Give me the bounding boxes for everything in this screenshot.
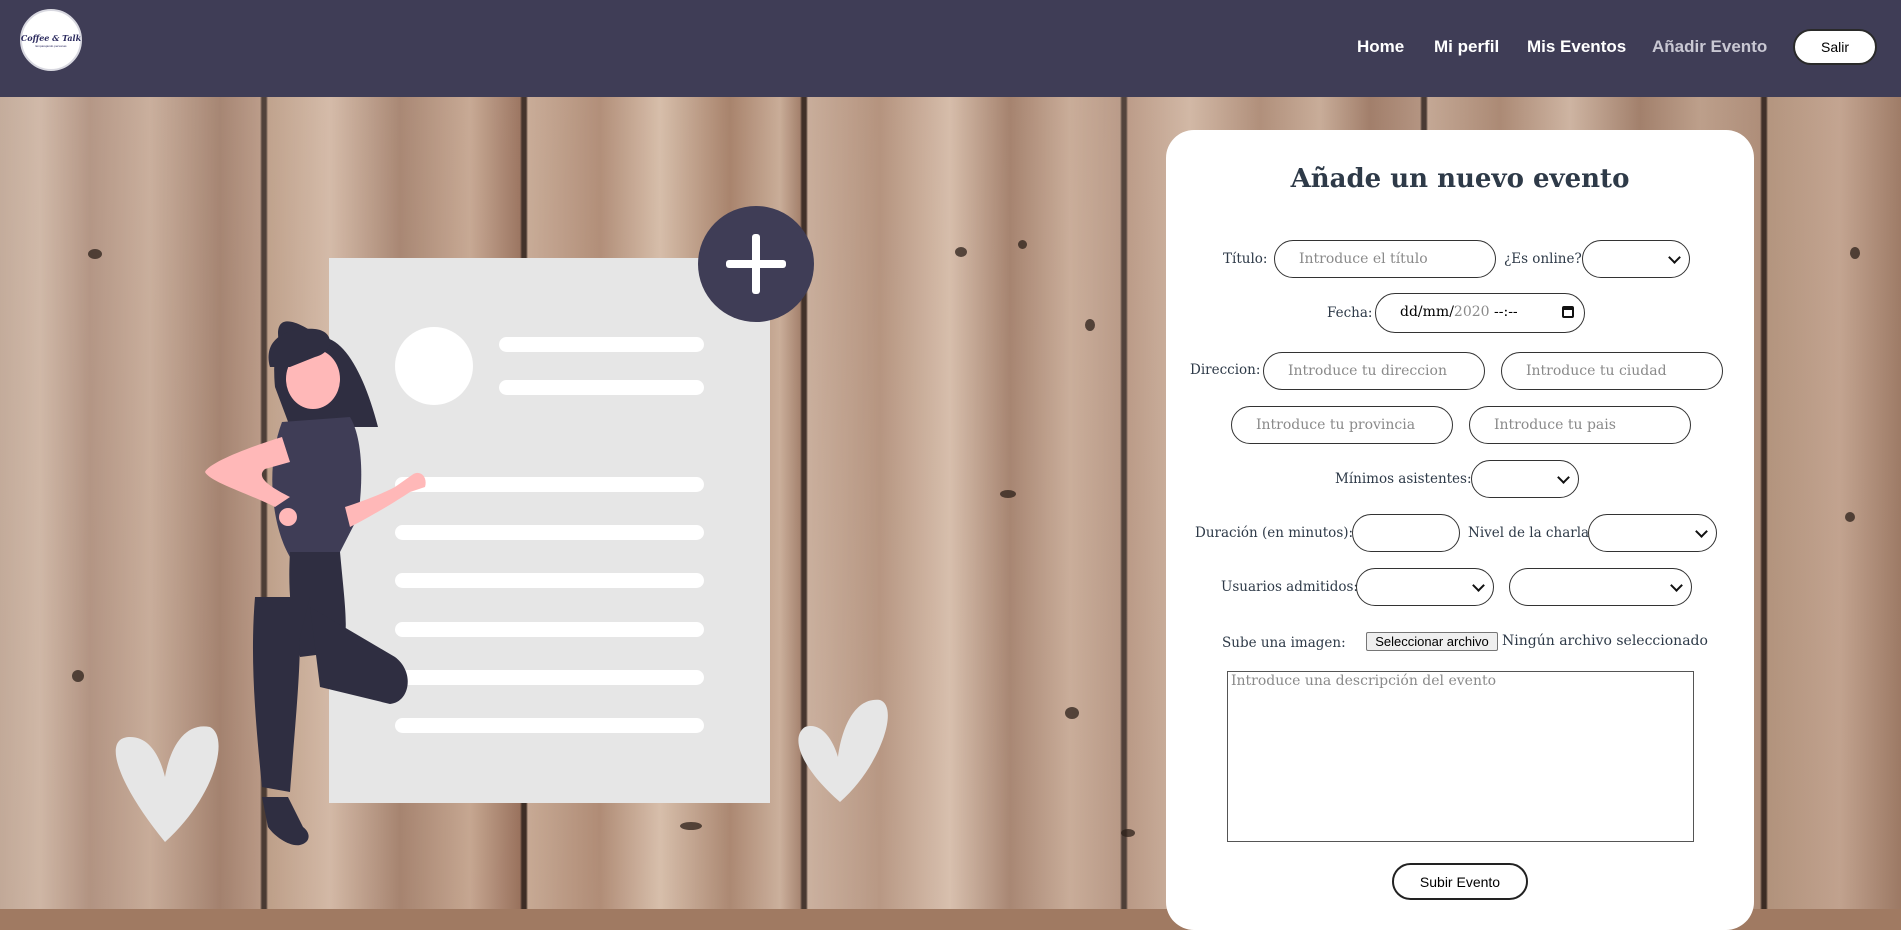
descripcion-textarea[interactable]: Introduce una descripción del evento — [1227, 671, 1694, 842]
chevron-down-icon — [1670, 579, 1683, 592]
direccion-input[interactable] — [1263, 352, 1485, 390]
add-document-illustration — [115, 206, 888, 846]
doc-line — [395, 477, 704, 492]
logout-button[interactable]: Salir — [1793, 29, 1877, 65]
leaf-decoration — [798, 699, 888, 802]
doc-line — [499, 380, 704, 395]
calendar-icon[interactable] — [1562, 306, 1574, 318]
logo[interactable]: Coffee & Talk Emparejando personas — [20, 9, 82, 71]
wood-knot — [1018, 240, 1027, 249]
online-label: ¿Es online? — [1504, 251, 1582, 267]
doc-line — [499, 337, 704, 352]
wood-knot — [1065, 707, 1079, 719]
wood-knot — [1845, 512, 1855, 522]
wood-knot — [955, 247, 967, 257]
leaf-decoration — [115, 726, 219, 842]
wood-knot — [1085, 319, 1095, 331]
doc-line — [395, 718, 704, 733]
usuarios-min-select[interactable] — [1356, 568, 1494, 606]
avatar-placeholder — [395, 327, 473, 405]
chevron-down-icon — [1557, 471, 1570, 484]
direccion-label: Direccion: — [1190, 362, 1261, 378]
select-file-button[interactable]: Seleccionar archivo — [1366, 632, 1498, 651]
usuarios-max-select[interactable] — [1509, 568, 1692, 606]
logo-subtitle: Emparejando personas — [35, 43, 67, 48]
form-title: Añade un nuevo evento — [1290, 164, 1630, 194]
nav-anadir-evento[interactable]: Añadir Evento — [1652, 37, 1767, 57]
minimos-label: Mínimos asistentes: — [1335, 471, 1472, 487]
fecha-date-part: dd/mm/ — [1400, 304, 1454, 320]
fecha-time-part: --:-- — [1489, 304, 1518, 320]
submit-event-button[interactable]: Subir Evento — [1392, 863, 1528, 900]
duracion-label: Duración (en minutos): — [1195, 525, 1354, 541]
top-navbar: Coffee & Talk Emparejando personas Home … — [0, 0, 1901, 97]
fecha-value: dd/mm/2020 --:-- — [1400, 304, 1518, 320]
fecha-datetime-input[interactable]: dd/mm/2020 --:-- — [1375, 293, 1585, 333]
chevron-down-icon — [1695, 525, 1708, 538]
new-event-form: Añade un nuevo evento Título: ¿Es online… — [1166, 130, 1754, 930]
nivel-select[interactable] — [1588, 514, 1717, 552]
usuarios-label: Usuarios admitidos: — [1221, 579, 1358, 595]
wood-knot — [1850, 247, 1860, 259]
wood-knot — [1121, 829, 1135, 837]
wood-knot — [1000, 490, 1016, 498]
nav-mis-eventos[interactable]: Mis Eventos — [1527, 37, 1626, 57]
online-select[interactable] — [1582, 240, 1690, 278]
imagen-label: Sube una imagen: — [1222, 635, 1346, 651]
nivel-label: Nivel de la charla: — [1468, 525, 1594, 541]
duracion-input[interactable] — [1352, 514, 1460, 552]
doc-line — [395, 573, 704, 588]
provincia-input[interactable] — [1231, 406, 1453, 444]
nav-home[interactable]: Home — [1357, 37, 1404, 57]
titulo-input[interactable] — [1274, 240, 1496, 278]
doc-line — [395, 525, 704, 540]
chevron-down-icon — [1472, 579, 1485, 592]
minimos-select[interactable] — [1471, 460, 1579, 498]
logo-text: Coffee & Talk — [20, 32, 82, 43]
nav-mi-perfil[interactable]: Mi perfil — [1434, 37, 1499, 57]
ciudad-input[interactable] — [1501, 352, 1723, 390]
doc-line — [395, 670, 704, 685]
doc-line — [395, 622, 704, 637]
plus-icon — [698, 206, 814, 322]
file-status: Ningún archivo seleccionado — [1502, 633, 1708, 649]
titulo-label: Título: — [1223, 251, 1268, 267]
fecha-label: Fecha: — [1327, 305, 1373, 321]
fecha-year-part: 2020 — [1453, 304, 1490, 320]
chevron-down-icon — [1668, 251, 1681, 264]
pais-input[interactable] — [1469, 406, 1691, 444]
